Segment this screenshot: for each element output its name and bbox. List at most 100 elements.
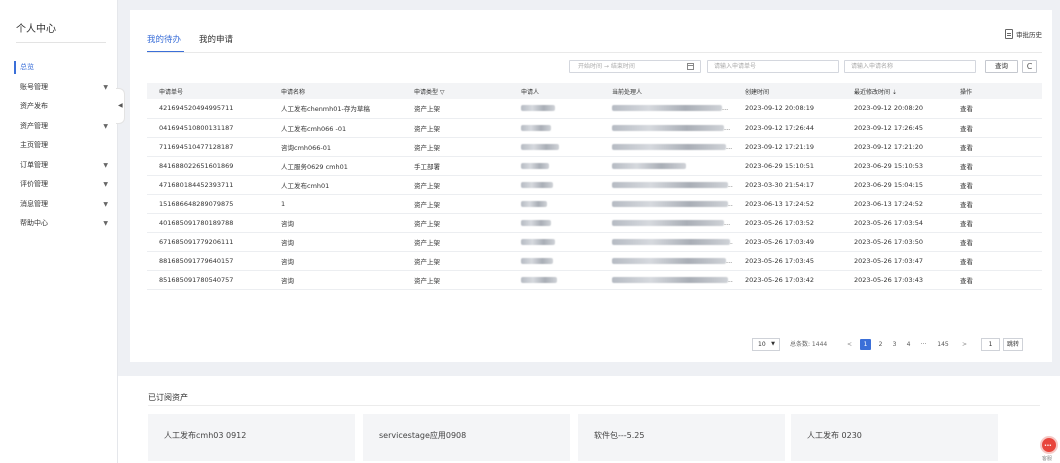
- applicant-cell: [509, 232, 600, 252]
- view-link[interactable]: 查看: [948, 118, 1042, 138]
- modified-time-cell: 2023-05-26 17:03:43: [842, 270, 948, 290]
- refresh-icon[interactable]: C: [1022, 60, 1037, 73]
- table-row: 041694510800131187 人工发布cmh066 -01 资产上架... 2…: [147, 118, 1042, 138]
- sidebar-item-label: 消息管理: [20, 199, 48, 208]
- redacted-text: [521, 181, 553, 188]
- view-link[interactable]: 查看: [948, 137, 1042, 157]
- sidebar-item[interactable]: 消息管理 ▼: [0, 195, 118, 215]
- asset-card[interactable]: 软件包---5.25: [578, 414, 785, 461]
- sidebar-item[interactable]: 账号管理 ▼: [0, 78, 118, 98]
- page-2-button[interactable]: 2: [875, 339, 886, 350]
- request-name-link[interactable]: 咨询cmh066-01: [269, 137, 402, 157]
- request-name-link[interactable]: 咨询: [269, 213, 402, 233]
- redacted-text: [612, 105, 722, 112]
- modified-time-cell: 2023-05-26 17:03:50: [842, 232, 948, 252]
- view-link[interactable]: 查看: [948, 232, 1042, 252]
- redacted-text: [612, 238, 730, 245]
- created-time-cell: 2023-06-29 15:10:51: [733, 156, 842, 176]
- customer-service-button[interactable]: •••: [1040, 436, 1058, 454]
- request-name-link[interactable]: 人工服务0629 cmh01: [269, 156, 402, 176]
- request-name-link[interactable]: 1: [269, 194, 402, 214]
- request-name-input[interactable]: 请输入申请名称: [844, 60, 976, 73]
- request-name-link[interactable]: 人工发布cmh066 -01: [269, 118, 402, 138]
- tab-my-todo[interactable]: 我的待办: [147, 33, 181, 45]
- created-time-cell: 2023-09-12 20:08:19: [733, 99, 842, 119]
- applicant-cell: [509, 175, 600, 195]
- request-name-link[interactable]: 咨询: [269, 270, 402, 290]
- sidebar-item-label: 资产发布: [20, 102, 48, 110]
- column-header[interactable]: 最近修改时间 ⇣: [842, 83, 948, 99]
- sidebar-item[interactable]: 资产管理 ▼: [0, 117, 118, 137]
- page-3-button[interactable]: 3: [889, 339, 900, 350]
- sidebar-item[interactable]: 总览: [0, 58, 118, 78]
- request-name-link[interactable]: 人工发布chenmh01-存为草稿: [269, 99, 402, 119]
- redacted-text: [521, 200, 547, 207]
- redacted-text: [521, 276, 557, 283]
- page-1-button[interactable]: 1: [860, 339, 871, 350]
- handler-cell: ...: [600, 137, 733, 157]
- view-link[interactable]: 查看: [948, 99, 1042, 119]
- sidebar-item[interactable]: 评价管理 ▼: [0, 175, 118, 195]
- modified-time-cell: 2023-06-13 17:24:52: [842, 194, 948, 214]
- request-name-link[interactable]: 咨询: [269, 251, 402, 271]
- created-time-cell: 2023-05-26 17:03:49: [733, 232, 842, 252]
- modified-time-cell: 2023-09-12 17:21:20: [842, 137, 948, 157]
- request-name-link[interactable]: 人工发布cmh01: [269, 175, 402, 195]
- asset-card[interactable]: servicestage应用0908: [363, 414, 570, 461]
- approval-history-label: 审批历史: [1016, 31, 1042, 39]
- date-range-picker[interactable]: 开始时间 → 结束时间: [569, 60, 701, 73]
- redacted-text: [521, 257, 553, 264]
- sidebar-item[interactable]: 订单管理 ▼: [0, 156, 118, 176]
- view-link[interactable]: 查看: [948, 194, 1042, 214]
- view-link[interactable]: 查看: [948, 175, 1042, 195]
- column-header[interactable]: 申请类型 ▽: [402, 83, 509, 99]
- page-ellipsis[interactable]: ···: [918, 339, 929, 350]
- subscribed-assets-panel: 已订阅资产 人工发布cmh03 0912 servicestage应用0908 …: [118, 376, 1060, 463]
- sidebar-collapse-button[interactable]: ◀: [116, 88, 125, 124]
- ellipsis: ...: [730, 237, 733, 246]
- page-size-select[interactable]: 10 ▼: [752, 338, 780, 351]
- sidebar-item[interactable]: 主页管理: [0, 136, 118, 156]
- table-row: 841688022651601869 人工服务0629 cmh01 手工部署 2023…: [147, 156, 1042, 176]
- prev-page-button[interactable]: <: [847, 338, 852, 351]
- chevron-down-icon: ▼: [103, 161, 108, 169]
- ellipsis: ...: [728, 275, 733, 284]
- view-link[interactable]: 查看: [948, 270, 1042, 290]
- modified-time-cell: 2023-05-26 17:03:47: [842, 251, 948, 271]
- request-no-input[interactable]: 请输入申请单号: [707, 60, 839, 73]
- asset-card[interactable]: 人工发布cmh03 0912: [148, 414, 355, 461]
- table-row: 1516866482890798751资产上架...2023-06-13 17:…: [147, 194, 1042, 214]
- next-page-button[interactable]: >: [962, 338, 967, 351]
- sidebar-item[interactable]: 资产发布: [0, 97, 118, 117]
- applicant-cell: [509, 137, 600, 157]
- sidebar-item[interactable]: 帮助中心 ▼: [0, 214, 118, 234]
- chevron-down-icon: ▼: [771, 341, 775, 347]
- request-name-link[interactable]: 咨询: [269, 232, 402, 252]
- chevron-down-icon: ▼: [103, 220, 108, 227]
- view-link[interactable]: 查看: [948, 213, 1042, 233]
- applicant-cell: [509, 213, 600, 233]
- page-jump-input[interactable]: 1: [981, 338, 1000, 351]
- tab-my-requests[interactable]: 我的申请: [199, 33, 233, 45]
- sidebar-item-label: 资产管理: [20, 121, 48, 130]
- table-row: 881685091779640157 咨询 资产上架... 2023-05-26 17…: [147, 251, 1042, 271]
- approval-history-link[interactable]: 审批历史: [1005, 29, 1042, 39]
- redacted-text: [612, 181, 728, 188]
- page-145-button[interactable]: 145: [935, 339, 951, 350]
- handler-cell: ...: [600, 194, 733, 214]
- redacted-text: [612, 143, 726, 150]
- modified-time-cell: 2023-05-26 17:03:54: [842, 213, 948, 233]
- page-jump-button[interactable]: 跳转: [1003, 338, 1023, 351]
- column-header: 当前处理人: [600, 83, 733, 99]
- column-header: 申请名称: [269, 83, 402, 99]
- redacted-text: [521, 238, 555, 245]
- request-no-cell: 041694510800131187: [147, 118, 269, 138]
- query-button[interactable]: 查询: [985, 60, 1018, 73]
- pagination: 10 ▼ 总条数: 1444 < 1 2 3 4 ··· 145 > 1 跳转: [130, 338, 1052, 351]
- view-link[interactable]: 查看: [948, 156, 1042, 176]
- page-4-button[interactable]: 4: [903, 339, 914, 350]
- table-row: 471680184452393711人工发布cmh01资产上架...2023-0…: [147, 175, 1042, 195]
- asset-card[interactable]: 人工发布 0230: [791, 414, 998, 461]
- ellipsis: ...: [726, 142, 733, 151]
- view-link[interactable]: 查看: [948, 251, 1042, 271]
